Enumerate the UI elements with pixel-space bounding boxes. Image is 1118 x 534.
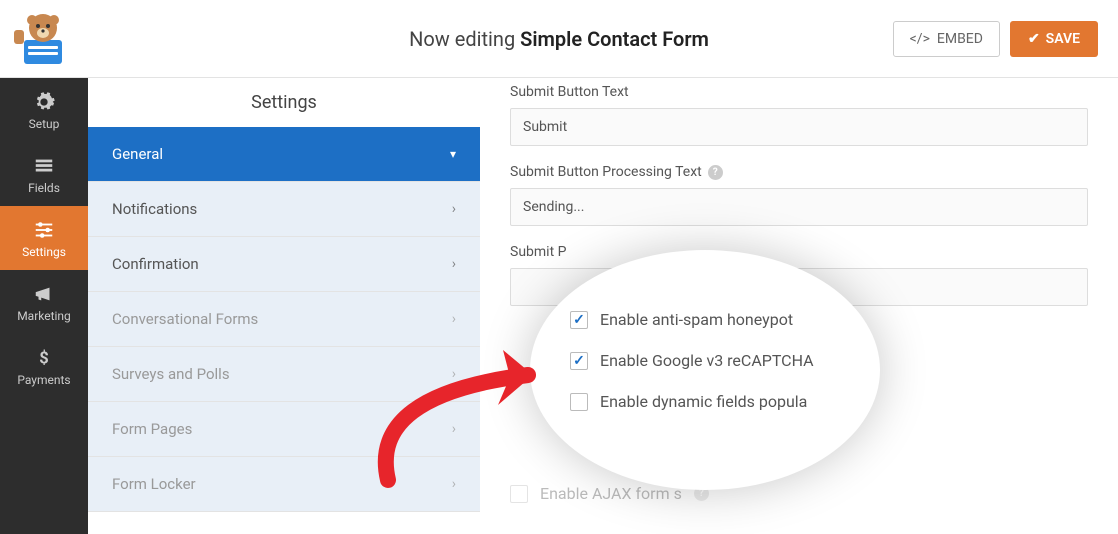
svg-text:$: $ <box>39 350 48 369</box>
check-icon: ✔ <box>1028 31 1040 47</box>
save-label: SAVE <box>1046 31 1080 47</box>
honeypot-checkbox-row: Enable anti-spam honeypot <box>570 310 890 329</box>
submit-text-label: Submit Button Text <box>510 84 1088 100</box>
subpanel-title: Settings <box>88 78 480 127</box>
subpanel-item-general[interactable]: General ▾ <box>88 127 480 182</box>
processing-text-group: Submit Button Processing Text ? <box>510 164 1088 226</box>
dynamic-checkbox-label: Enable dynamic fields popula <box>600 392 807 411</box>
sidebar-label: Setup <box>29 117 60 131</box>
subpanel-label: Form Pages <box>112 420 192 438</box>
recaptcha-checkbox[interactable] <box>570 352 588 370</box>
chevron-right-icon: › <box>452 311 456 327</box>
subpanel-item-surveys[interactable]: Surveys and Polls › <box>88 347 480 402</box>
subpanel-label: Form Locker <box>112 475 196 493</box>
dynamic-checkbox[interactable] <box>570 393 588 411</box>
help-icon[interactable]: ? <box>694 486 709 501</box>
dollar-icon: $ <box>33 347 55 369</box>
sidebar-label: Payments <box>17 373 70 387</box>
chevron-right-icon: › <box>452 366 456 382</box>
save-button[interactable]: ✔ SAVE <box>1010 21 1098 57</box>
submit-p-input[interactable] <box>510 268 1088 306</box>
app-logo <box>14 10 72 68</box>
sidebar-item-fields[interactable]: Fields <box>0 142 88 206</box>
sidebar-item-payments[interactable]: $ Payments <box>0 334 88 398</box>
main-area: Setup Fields Settings Marketing $ Paymen… <box>0 78 1118 534</box>
sidebar-label: Marketing <box>17 309 71 323</box>
chevron-right-icon: › <box>452 476 456 492</box>
submit-text-group: Submit Button Text <box>510 84 1088 146</box>
content-panel[interactable]: Submit Button Text Submit Button Process… <box>480 78 1118 534</box>
submit-text-input[interactable] <box>510 108 1088 146</box>
subpanel-item-conversational[interactable]: Conversational Forms › <box>88 292 480 347</box>
megaphone-icon <box>33 283 55 305</box>
submit-p-label: Submit P <box>510 244 1088 260</box>
title-prefix: Now editing <box>409 27 515 51</box>
help-icon[interactable]: ? <box>708 165 723 180</box>
processing-text-input[interactable] <box>510 188 1088 226</box>
submit-p-group: Submit P <box>510 244 1088 306</box>
honeypot-checkbox-label: Enable anti-spam honeypot <box>600 310 793 329</box>
subpanel-label: Surveys and Polls <box>112 365 230 383</box>
subpanel-label: General <box>112 145 163 163</box>
top-bar: Now editing Simple Contact Form </> EMBE… <box>0 0 1118 78</box>
chevron-right-icon: › <box>452 256 456 272</box>
embed-button[interactable]: </> EMBED <box>893 21 1000 57</box>
ajax-checkbox-row: Enable AJAX form s ? <box>510 484 1088 503</box>
list-icon <box>33 155 55 177</box>
sliders-icon <box>33 219 55 241</box>
subpanel-label: Confirmation <box>112 255 199 273</box>
primary-sidebar: Setup Fields Settings Marketing $ Paymen… <box>0 78 88 534</box>
subpanel-label: Conversational Forms <box>112 310 258 328</box>
sidebar-label: Settings <box>22 245 66 259</box>
sidebar-item-settings[interactable]: Settings <box>0 206 88 270</box>
ajax-checkbox-label: Enable AJAX form s <box>540 484 682 503</box>
highlighted-checkboxes: Enable anti-spam honeypot Enable Google … <box>570 310 890 433</box>
dynamic-checkbox-row: Enable dynamic fields popula <box>570 392 890 411</box>
chevron-down-icon: ▾ <box>450 147 456 161</box>
subpanel-item-notifications[interactable]: Notifications › <box>88 182 480 237</box>
recaptcha-checkbox-row: Enable Google v3 reCAPTCHA <box>570 351 890 370</box>
processing-text-label: Submit Button Processing Text ? <box>510 164 1088 180</box>
subpanel-item-form-pages[interactable]: Form Pages › <box>88 402 480 457</box>
chevron-right-icon: › <box>452 201 456 217</box>
title-form-name: Simple Contact Form <box>520 27 709 51</box>
subpanel-item-form-locker[interactable]: Form Locker › <box>88 457 480 512</box>
code-icon: </> <box>910 31 930 47</box>
page-title: Now editing Simple Contact Form <box>409 27 709 51</box>
subpanel-label: Notifications <box>112 200 197 218</box>
embed-label: EMBED <box>937 31 983 47</box>
sidebar-item-setup[interactable]: Setup <box>0 78 88 142</box>
honeypot-checkbox[interactable] <box>570 311 588 329</box>
chevron-right-icon: › <box>452 421 456 437</box>
ajax-checkbox[interactable] <box>510 485 528 503</box>
processing-label-text: Submit Button Processing Text <box>510 164 702 180</box>
settings-subpanel: Settings General ▾ Notifications › Confi… <box>88 78 480 534</box>
sidebar-item-marketing[interactable]: Marketing <box>0 270 88 334</box>
recaptcha-checkbox-label: Enable Google v3 reCAPTCHA <box>600 351 814 370</box>
subpanel-body[interactable]: General ▾ Notifications › Confirmation ›… <box>88 127 480 534</box>
subpanel-item-confirmation[interactable]: Confirmation › <box>88 237 480 292</box>
sidebar-label: Fields <box>28 181 60 195</box>
gear-icon <box>33 91 55 113</box>
